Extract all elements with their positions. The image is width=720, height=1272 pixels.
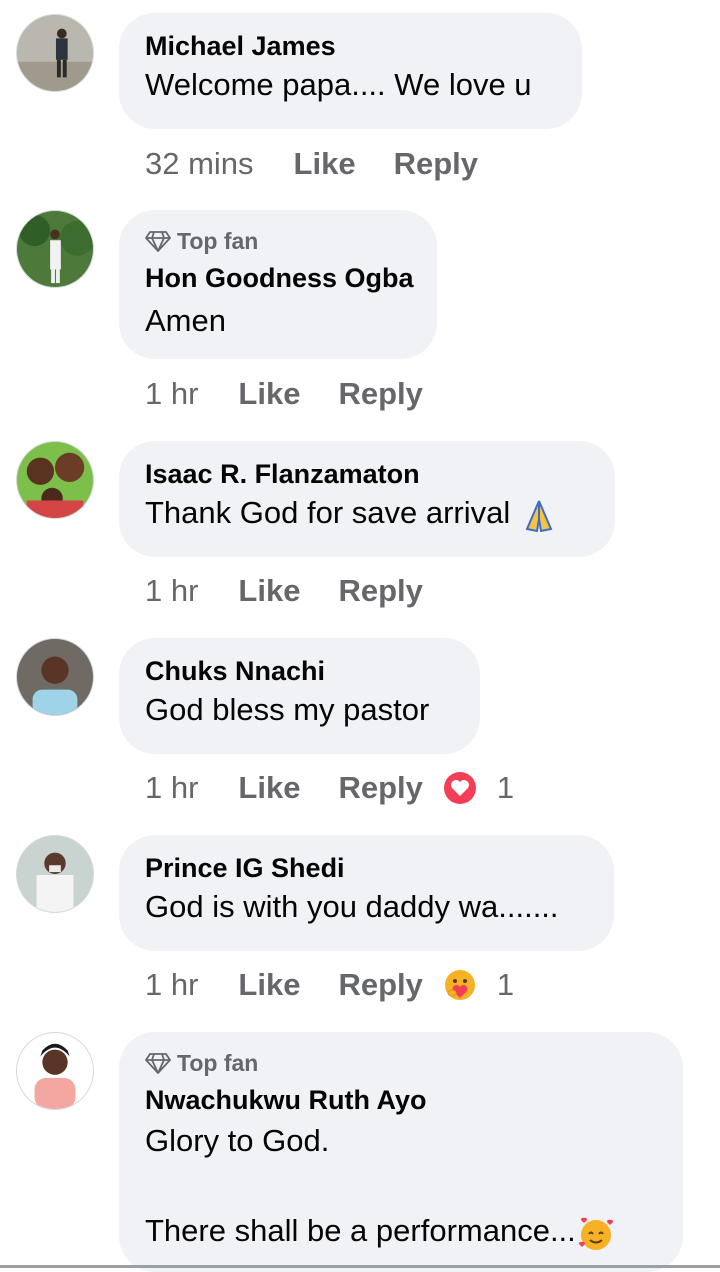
top-fan-badge: Top fan	[145, 1050, 657, 1076]
comment-time[interactable]: 1 hr	[145, 770, 198, 806]
avatar[interactable]	[16, 638, 94, 716]
diamond-icon	[145, 1053, 171, 1074]
comment-bubble[interactable]: Prince IG Shedi God is with you daddy wa…	[119, 835, 614, 951]
like-button[interactable]: Like	[238, 376, 300, 412]
love-reaction-icon	[443, 772, 476, 804]
comment-actions: 1 hr Like Reply	[145, 374, 423, 414]
comment-bubble[interactable]: Isaac R. Flanzamaton Thank God for save …	[119, 441, 615, 557]
avatar[interactable]	[16, 210, 94, 288]
comment-text-content: Glory to God. There shall be a performan…	[145, 1123, 576, 1248]
comment-actions: 1 hr Like Reply 1	[145, 965, 514, 1005]
avatar[interactable]	[16, 1032, 94, 1110]
like-button[interactable]: Like	[238, 770, 300, 806]
comment-bubble[interactable]: Top fan Nwachukwu Ruth Ayo Glory to God.…	[119, 1032, 683, 1272]
commenter-name[interactable]: Isaac R. Flanzamaton	[145, 458, 589, 490]
comment-text-content: Thank God for save arrival	[145, 495, 511, 530]
reaction-count: 1	[496, 770, 515, 805]
commenter-name[interactable]: Prince IG Shedi	[145, 852, 588, 884]
commenter-name[interactable]: Chuks Nnachi	[145, 655, 454, 687]
smiling-face-with-hearts-emoji	[578, 1217, 613, 1250]
reaction-summary[interactable]: 1	[443, 770, 514, 806]
like-button[interactable]: Like	[238, 967, 300, 1003]
commenter-name[interactable]: Nwachukwu Ruth Ayo	[145, 1084, 657, 1116]
reply-button[interactable]: Reply	[338, 376, 422, 412]
comment-time[interactable]: 32 mins	[145, 146, 254, 182]
comment-actions: 1 hr Like Reply 1	[145, 768, 514, 808]
reply-button[interactable]: Reply	[338, 573, 422, 609]
comment-text: Thank God for save arrival	[145, 492, 589, 535]
comment-text: God is with you daddy wa.......	[145, 889, 559, 924]
avatar[interactable]	[16, 14, 94, 92]
avatar[interactable]	[16, 441, 94, 519]
comment-time[interactable]: 1 hr	[145, 967, 198, 1003]
comment-text: God bless my pastor	[145, 692, 430, 727]
top-fan-badge: Top fan	[145, 228, 411, 254]
reaction-count: 1	[496, 967, 515, 1002]
reply-button[interactable]: Reply	[338, 967, 422, 1003]
comment-time[interactable]: 1 hr	[145, 376, 198, 412]
reply-button[interactable]: Reply	[394, 146, 478, 182]
comment-actions: 1 hr Like Reply	[145, 571, 423, 611]
care-reaction-icon	[444, 970, 475, 1000]
diamond-icon	[145, 231, 171, 252]
commenter-name[interactable]: Hon Goodness Ogba	[145, 262, 414, 294]
reply-button[interactable]: Reply	[338, 770, 422, 806]
reaction-summary[interactable]: 1	[443, 967, 514, 1003]
like-button[interactable]: Like	[294, 146, 356, 182]
comment-text: Amen	[145, 303, 226, 338]
comment-text: Welcome papa.... We love u	[145, 67, 532, 102]
comment-bubble[interactable]: Chuks Nnachi God bless my pastor	[119, 638, 480, 754]
folded-hands-emoji	[525, 500, 553, 532]
comment-text: Glory to God. There shall be a performan…	[145, 1118, 657, 1253]
comment-bubble[interactable]: Michael James Welcome papa.... We love u	[119, 13, 582, 129]
avatar[interactable]	[16, 835, 94, 913]
top-fan-label: Top fan	[177, 227, 259, 254]
like-button[interactable]: Like	[238, 573, 300, 609]
comment-time[interactable]: 1 hr	[145, 573, 198, 609]
commenter-name[interactable]: Michael James	[145, 30, 556, 62]
comment-bubble[interactable]: Top fan Hon Goodness Ogba Amen	[119, 210, 437, 359]
comment-actions: 32 mins Like Reply	[145, 144, 478, 184]
top-fan-label: Top fan	[177, 1049, 259, 1076]
